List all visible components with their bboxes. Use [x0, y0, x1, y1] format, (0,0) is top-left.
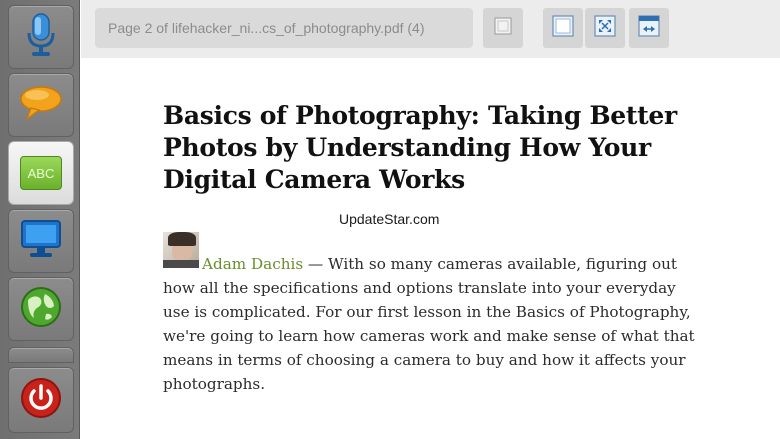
abc-icon: ABC [20, 156, 62, 190]
author-link[interactable]: Adam Dachis [202, 255, 303, 273]
sidebar-item-dictation[interactable] [8, 5, 74, 69]
fit-width-icon [638, 14, 660, 42]
microphone-icon [26, 12, 56, 62]
single-page-icon [552, 14, 574, 42]
speech-bubble-icon [19, 85, 63, 126]
sidebar: ABC [0, 0, 80, 439]
sidebar-item-power[interactable] [8, 367, 74, 433]
blank-page-icon [494, 17, 512, 40]
page-view-button[interactable] [483, 8, 523, 48]
document-title-field[interactable]: Page 2 of lifehacker_ni...cs_of_photogra… [95, 8, 473, 48]
sidebar-item-speak[interactable] [8, 73, 74, 137]
document-page: Basics of Photography: Taking Better Pho… [81, 58, 780, 439]
sidebar-item-partial[interactable] [8, 347, 74, 363]
fit-page-button[interactable] [585, 8, 625, 48]
globe-icon [20, 286, 62, 333]
single-page-button[interactable] [543, 8, 583, 48]
sidebar-item-spelling[interactable]: ABC [8, 141, 74, 205]
sidebar-item-screen[interactable] [8, 209, 74, 273]
article-intro: Adam Dachis — With so many cameras avail… [163, 252, 703, 396]
expand-arrows-icon [594, 14, 616, 42]
power-icon [20, 377, 62, 424]
article-title: Basics of Photography: Taking Better Pho… [163, 101, 677, 194]
watermark-text: UpdateStar.com [339, 211, 440, 227]
sidebar-item-web[interactable] [8, 277, 74, 341]
article-body: — With so many cameras available, figuri… [163, 255, 695, 393]
top-toolbar: Page 2 of lifehacker_ni...cs_of_photogra… [81, 0, 780, 58]
monitor-icon [20, 219, 62, 264]
fit-width-button[interactable] [629, 8, 669, 48]
